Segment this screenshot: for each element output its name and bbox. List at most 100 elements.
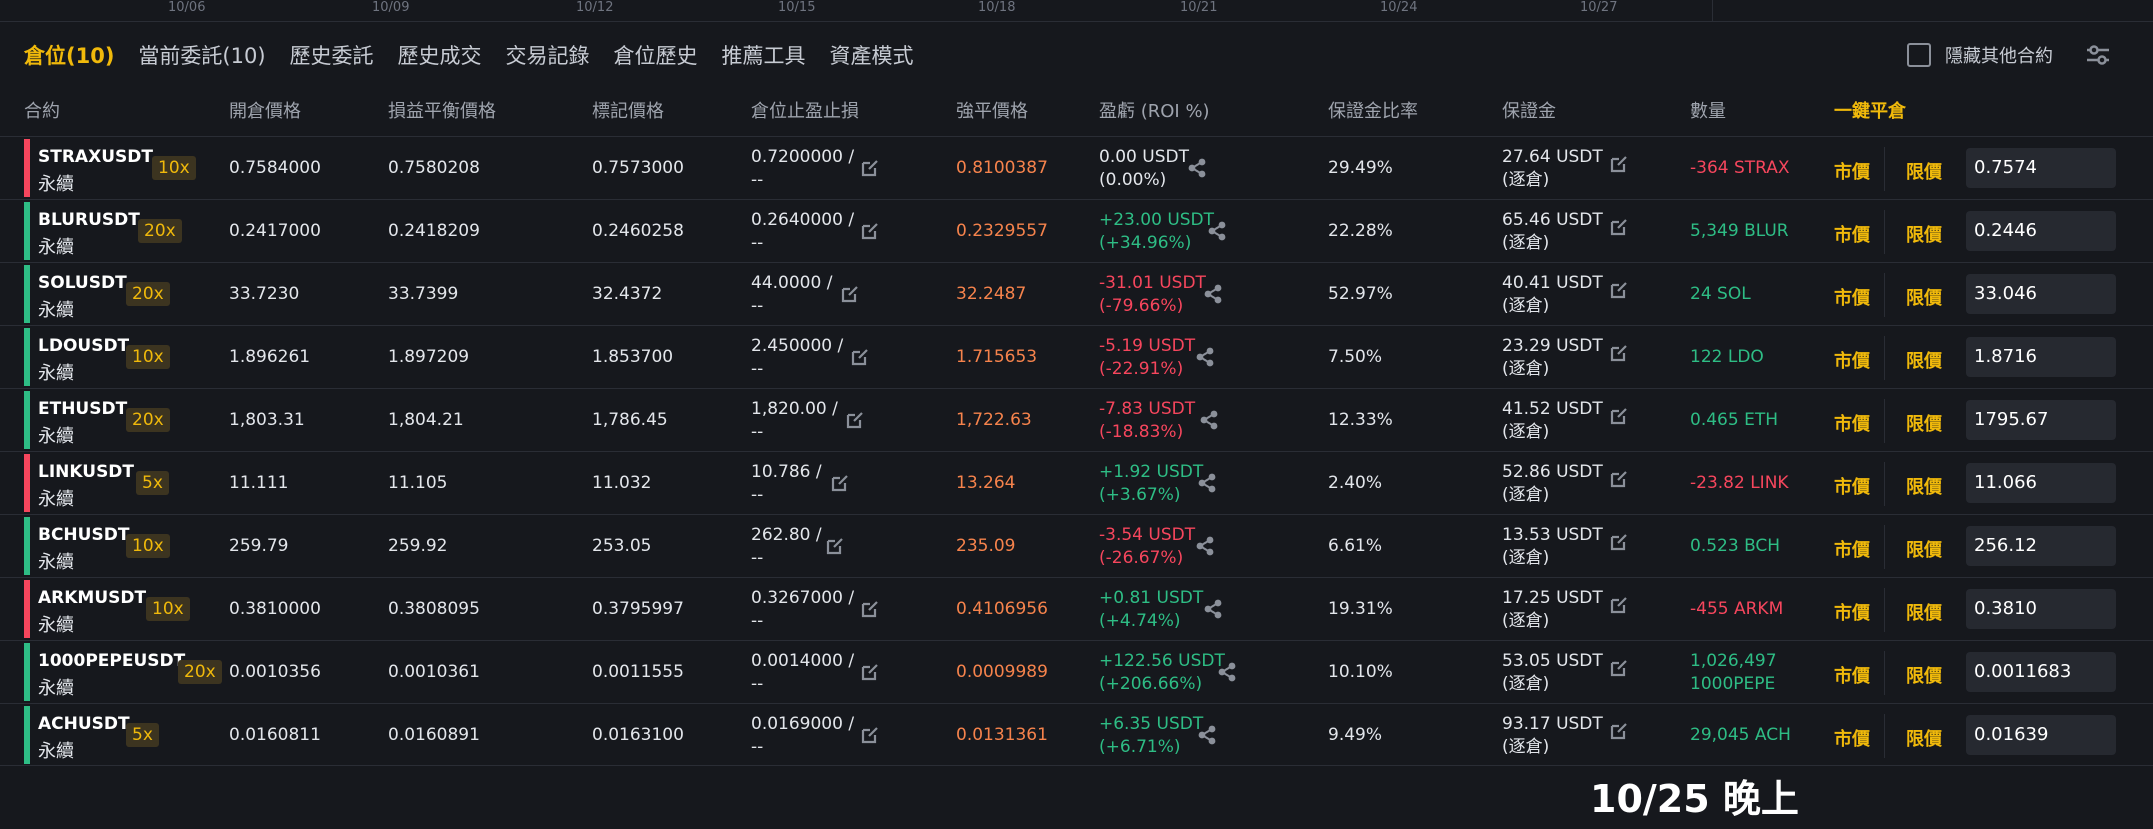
leverage-badge[interactable]: 20x xyxy=(178,660,222,684)
share-icon[interactable] xyxy=(1203,283,1223,305)
market-close-button[interactable]: 市價 xyxy=(1834,473,1870,499)
leverage-badge[interactable]: 5x xyxy=(126,723,159,747)
market-close-button[interactable]: 市價 xyxy=(1834,662,1870,688)
limit-close-button[interactable]: 限價 xyxy=(1906,536,1942,562)
tab-order-history[interactable]: 歷史委託 xyxy=(290,40,374,70)
edit-tpsl-icon[interactable] xyxy=(850,347,870,367)
symbol-name[interactable]: ARKMUSDT xyxy=(38,588,146,608)
edit-margin-icon[interactable] xyxy=(1609,595,1629,615)
edit-tpsl-icon[interactable] xyxy=(845,410,865,430)
limit-price-input[interactable]: 256.12 xyxy=(1966,526,2116,566)
limit-price-input[interactable]: 0.3810 xyxy=(1966,589,2116,629)
limit-price-input[interactable]: 0.01639 xyxy=(1966,715,2116,755)
limit-close-button[interactable]: 限價 xyxy=(1906,473,1942,499)
symbol-name[interactable]: LINKUSDT xyxy=(38,462,134,482)
limit-close-button[interactable]: 限價 xyxy=(1906,599,1942,625)
limit-close-button[interactable]: 限價 xyxy=(1906,158,1942,184)
symbol-name[interactable]: ACHUSDT xyxy=(38,714,130,734)
hide-other-contracts[interactable]: 隱藏其他合約 xyxy=(1907,42,2053,68)
market-close-button[interactable]: 市價 xyxy=(1834,284,1870,310)
hide-other-checkbox[interactable] xyxy=(1907,43,1931,67)
market-close-button[interactable]: 市價 xyxy=(1834,725,1870,751)
leverage-badge[interactable]: 20x xyxy=(126,282,170,306)
limit-close-button[interactable]: 限價 xyxy=(1906,410,1942,436)
limit-close-button[interactable]: 限價 xyxy=(1906,347,1942,373)
edit-margin-icon[interactable] xyxy=(1609,469,1629,489)
market-close-button[interactable]: 市價 xyxy=(1834,410,1870,436)
symbol-name[interactable]: BCHUSDT xyxy=(38,525,129,545)
share-icon[interactable] xyxy=(1197,472,1217,494)
entry-price: 0.7584000 xyxy=(229,158,321,178)
share-icon[interactable] xyxy=(1207,220,1227,242)
share-icon[interactable] xyxy=(1195,346,1215,368)
close-all-button[interactable]: 一鍵平倉 xyxy=(1834,97,1906,123)
limit-close-button[interactable]: 限價 xyxy=(1906,662,1942,688)
tab-trade-history[interactable]: 歷史成交 xyxy=(398,40,482,70)
leverage-badge[interactable]: 20x xyxy=(138,219,182,243)
symbol-name[interactable]: 1000PEPEUSDT xyxy=(38,651,185,671)
leverage-badge[interactable]: 10x xyxy=(146,597,190,621)
edit-margin-icon[interactable] xyxy=(1609,532,1629,552)
symbol-name[interactable]: STRAXUSDT xyxy=(38,147,153,167)
limit-price-input[interactable]: 0.0011683 xyxy=(1966,652,2116,692)
column-divider xyxy=(1884,525,1885,569)
limit-price-input[interactable]: 0.2446 xyxy=(1966,211,2116,251)
symbol-name[interactable]: ETHUSDT xyxy=(38,399,127,419)
market-close-button[interactable]: 市價 xyxy=(1834,599,1870,625)
margin-values: 23.29 USDT (逐倉) xyxy=(1502,335,1603,381)
market-close-button[interactable]: 市價 xyxy=(1834,347,1870,373)
share-icon[interactable] xyxy=(1195,535,1215,557)
limit-close-button[interactable]: 限價 xyxy=(1906,284,1942,310)
edit-margin-icon[interactable] xyxy=(1609,280,1629,300)
symbol-name[interactable]: SOLUSDT xyxy=(38,273,127,293)
market-close-button[interactable]: 市價 xyxy=(1834,158,1870,184)
limit-price-input[interactable]: 11.066 xyxy=(1966,463,2116,503)
share-icon[interactable] xyxy=(1197,724,1217,746)
edit-tpsl-icon[interactable] xyxy=(860,221,880,241)
edit-tpsl-icon[interactable] xyxy=(860,599,880,619)
edit-margin-icon[interactable] xyxy=(1609,658,1629,678)
column-divider xyxy=(1884,714,1885,758)
margin-amount: 13.53 USDT xyxy=(1502,525,1603,545)
edit-margin-icon[interactable] xyxy=(1609,721,1629,741)
tab-position-history[interactable]: 倉位歷史 xyxy=(614,40,698,70)
tab-asset-mode[interactable]: 資產模式 xyxy=(830,40,914,70)
limit-price-input[interactable]: 0.7574 xyxy=(1966,148,2116,188)
market-close-button[interactable]: 市價 xyxy=(1834,221,1870,247)
leverage-badge[interactable]: 10x xyxy=(126,345,170,369)
edit-margin-icon[interactable] xyxy=(1609,154,1629,174)
symbol-name[interactable]: BLURUSDT xyxy=(38,210,140,230)
edit-tpsl-icon[interactable] xyxy=(860,662,880,682)
leverage-badge[interactable]: 20x xyxy=(126,408,170,432)
edit-tpsl-icon[interactable] xyxy=(825,536,845,556)
market-close-button[interactable]: 市價 xyxy=(1834,536,1870,562)
share-icon[interactable] xyxy=(1187,157,1207,179)
settings-sliders-icon[interactable] xyxy=(2085,42,2111,68)
leverage-badge[interactable]: 10x xyxy=(126,534,170,558)
symbol-name[interactable]: LDOUSDT xyxy=(38,336,129,356)
limit-close-button[interactable]: 限價 xyxy=(1906,725,1942,751)
limit-price-input[interactable]: 33.046 xyxy=(1966,274,2116,314)
leverage-badge[interactable]: 5x xyxy=(136,471,169,495)
limit-price-input[interactable]: 1795.67 xyxy=(1966,400,2116,440)
edit-margin-icon[interactable] xyxy=(1609,406,1629,426)
leverage-badge[interactable]: 10x xyxy=(152,156,196,180)
edit-tpsl-icon[interactable] xyxy=(840,284,860,304)
tab-transaction-log[interactable]: 交易記錄 xyxy=(506,40,590,70)
limit-close-button[interactable]: 限價 xyxy=(1906,221,1942,247)
edit-tpsl-icon[interactable] xyxy=(830,473,850,493)
tab-recommended-tools[interactable]: 推薦工具 xyxy=(722,40,806,70)
tab-open-orders[interactable]: 當前委託(10) xyxy=(138,40,265,70)
take-profit-value: 0.0014000 / xyxy=(751,651,855,671)
edit-margin-icon[interactable] xyxy=(1609,217,1629,237)
edit-tpsl-icon[interactable] xyxy=(860,158,880,178)
pnl-values: +122.56 USDT (+206.66%) xyxy=(1099,650,1225,696)
tab-positions[interactable]: 倉位(10) xyxy=(24,40,114,70)
share-icon[interactable] xyxy=(1203,598,1223,620)
edit-tpsl-icon[interactable] xyxy=(860,725,880,745)
share-icon[interactable] xyxy=(1199,409,1219,431)
mark-price: 11.032 xyxy=(592,473,652,493)
limit-price-input[interactable]: 1.8716 xyxy=(1966,337,2116,377)
share-icon[interactable] xyxy=(1217,661,1237,683)
edit-margin-icon[interactable] xyxy=(1609,343,1629,363)
